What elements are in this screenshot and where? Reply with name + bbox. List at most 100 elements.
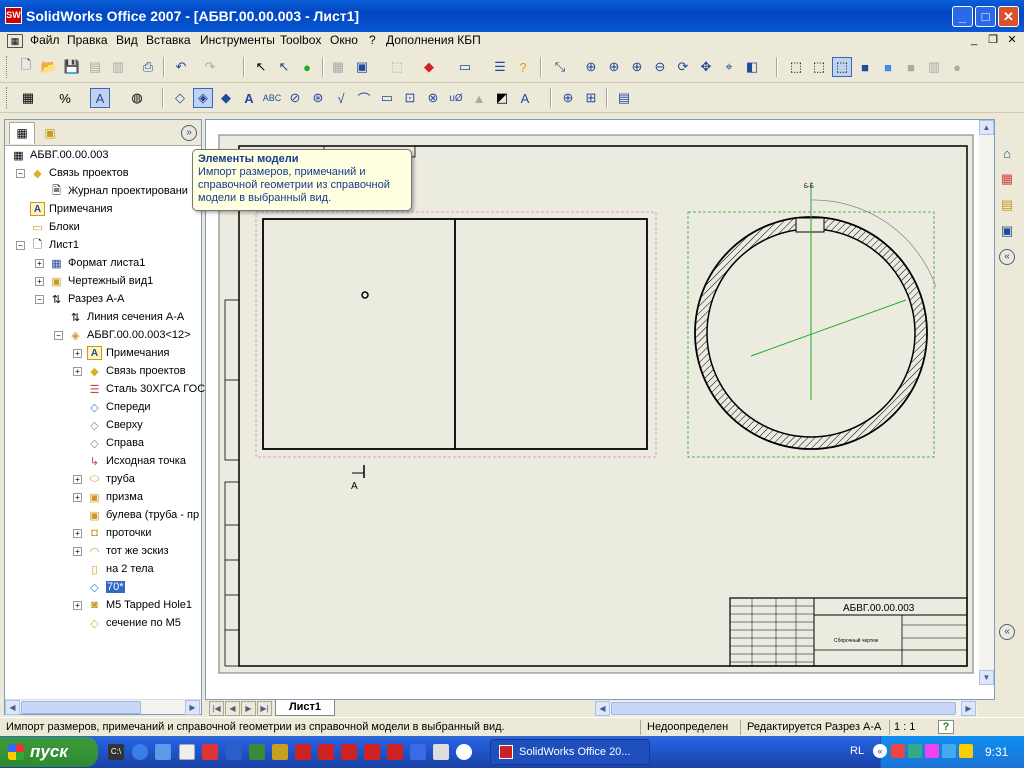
hidden-removed-icon[interactable]: ⬚: [832, 57, 852, 77]
wireframe-icon[interactable]: ⬚: [786, 57, 806, 77]
menu-kbp-addons[interactable]: Дополнения КБП: [386, 33, 481, 47]
mdi-minimize-button[interactable]: _: [966, 33, 982, 48]
spell-check-icon[interactable]: ABC: [262, 88, 282, 108]
block-icon[interactable]: A: [515, 88, 535, 108]
traffic-light-icon[interactable]: ●: [297, 57, 317, 77]
undo-icon[interactable]: ↶: [171, 57, 191, 77]
menu-view[interactable]: Вид: [116, 33, 138, 47]
shaded-edges-icon[interactable]: ■: [855, 57, 875, 77]
help-icon[interactable]: ?: [513, 57, 533, 77]
scroll-left-icon[interactable]: ◀: [5, 700, 20, 715]
tree-item-sheet1[interactable]: 🗋 Лист1: [30, 236, 79, 254]
canvas-horizontal-scrollbar[interactable]: ◀ ▶: [595, 701, 977, 716]
cosmetic-thread-icon[interactable]: ▲: [469, 88, 489, 108]
tree-item-sheet-format[interactable]: ▦ Формат листа1: [49, 254, 145, 272]
feature-manager-tab[interactable]: ▦: [9, 122, 35, 144]
model-icon[interactable]: ◆: [419, 57, 439, 77]
edrawings-icon[interactable]: [387, 744, 403, 760]
redo-icon[interactable]: ↷: [200, 57, 220, 77]
measure-icon[interactable]: ⤡: [550, 57, 570, 77]
word-icon[interactable]: [226, 744, 242, 760]
close-button[interactable]: ✕: [998, 6, 1019, 27]
surface-finish-icon[interactable]: √: [331, 88, 351, 108]
tab-sheet1[interactable]: Лист1: [275, 700, 335, 716]
print-preview-icon[interactable]: ▤: [85, 57, 105, 77]
property-manager-tab[interactable]: ▣: [37, 123, 63, 143]
scroll-right-icon[interactable]: ▶: [961, 701, 976, 716]
acrobat-icon[interactable]: [295, 744, 311, 760]
media-player-icon[interactable]: [456, 744, 472, 760]
menu-window[interactable]: Окно: [330, 33, 358, 47]
collapse-task-pane-icon[interactable]: «: [999, 249, 1015, 265]
first-sheet-icon[interactable]: |◀: [209, 701, 224, 716]
scroll-right-icon[interactable]: ▶: [185, 700, 200, 715]
hole-callout-icon[interactable]: uØ: [446, 88, 466, 108]
solidworks-icon[interactable]: [318, 744, 334, 760]
scroll-thumb[interactable]: [611, 702, 956, 715]
datum-feature-icon[interactable]: ⊡: [400, 88, 420, 108]
zoom-fit-icon[interactable]: ⊕: [581, 57, 601, 77]
toolbox-icon[interactable]: [364, 744, 380, 760]
zoom-area-icon[interactable]: ⊕: [604, 57, 624, 77]
start-button[interactable]: пуск: [0, 737, 98, 767]
sketch-icon[interactable]: ⬚: [387, 57, 407, 77]
auto-balloon-icon[interactable]: ⊛: [308, 88, 328, 108]
tree-item-design-binder[interactable]: ◆ Связь проектов: [30, 164, 128, 182]
tree-item-part-annotations[interactable]: A Примечания: [87, 344, 170, 362]
folder-icon[interactable]: [272, 744, 288, 760]
tree-item-right-plane[interactable]: ◇ Справа: [87, 434, 144, 452]
table-icon[interactable]: ▤: [614, 88, 634, 108]
scroll-down-icon[interactable]: ▼: [979, 670, 994, 685]
tree-item-section-line[interactable]: ⇅ Линия сечения А-А: [68, 308, 184, 326]
menu-edit[interactable]: Правка: [67, 33, 108, 47]
options-icon[interactable]: ▣: [352, 57, 372, 77]
expand-panel-icon[interactable]: »: [181, 125, 197, 141]
rebuild-icon[interactable]: ▥: [108, 57, 128, 77]
datum-target-icon[interactable]: ⊗: [423, 88, 443, 108]
tree-item-grooves[interactable]: ◘ проточки: [87, 524, 151, 542]
tree-item-same-sketch[interactable]: ◠ тот же эскиз: [87, 542, 169, 560]
tree-item-part-binder[interactable]: ◆ Связь проектов: [87, 362, 185, 380]
hidden-lines-icon[interactable]: ⬚: [809, 57, 829, 77]
excel-icon[interactable]: [249, 744, 265, 760]
minimize-button[interactable]: _: [952, 6, 973, 27]
shadows-icon[interactable]: ■: [901, 57, 921, 77]
menu-help[interactable]: ?: [369, 33, 376, 47]
menu-toolbox[interactable]: Toolbox: [280, 33, 321, 47]
new-icon[interactable]: 🗋: [16, 57, 36, 77]
document-icon[interactable]: ▦: [7, 34, 23, 48]
tree-item-annotations[interactable]: A Примечания: [30, 200, 113, 218]
tree-item-blocks[interactable]: ▭ Блоки: [30, 218, 79, 236]
tree-root[interactable]: ▦ АБВГ.00.00.003: [11, 146, 108, 164]
smart-dimension-icon[interactable]: ◇: [170, 88, 190, 108]
view-orientation-icon[interactable]: ◧: [742, 57, 762, 77]
font-icon[interactable]: A: [90, 88, 110, 108]
spell-checker-icon[interactable]: ◆: [216, 88, 236, 108]
line-style-icon[interactable]: %: [55, 88, 75, 108]
tree-item-tube[interactable]: ⬭ труба: [87, 470, 135, 488]
balloon-icon[interactable]: ⊘: [285, 88, 305, 108]
select-other-icon[interactable]: ↖: [274, 57, 294, 77]
maximize-button[interactable]: □: [975, 6, 996, 27]
app-icon[interactable]: [202, 744, 218, 760]
area-hatch-icon[interactable]: ◩: [492, 88, 512, 108]
gtol-icon[interactable]: ▭: [377, 88, 397, 108]
tray-security-icon[interactable]: [942, 744, 956, 758]
ie-icon[interactable]: [132, 744, 148, 760]
file-explorer-icon[interactable]: ▤: [997, 195, 1017, 215]
tray-update-icon[interactable]: [959, 744, 973, 758]
tray-volume-icon[interactable]: [925, 744, 939, 758]
tree-item-front-plane[interactable]: ◇ Спереди: [87, 398, 150, 416]
tree-item-material[interactable]: ☰ Сталь 30ХГСА ГОС: [87, 380, 206, 398]
zoom-out-icon[interactable]: ⊖: [650, 57, 670, 77]
language-indicator[interactable]: RL: [850, 745, 864, 757]
center-mark-icon[interactable]: ⊕: [558, 88, 578, 108]
tree-horizontal-scrollbar[interactable]: ◀ ▶: [5, 699, 201, 715]
tree-item-tapped-hole[interactable]: ◙ M5 Tapped Hole1: [87, 596, 192, 614]
grid-icon[interactable]: ▦: [328, 57, 348, 77]
tree-item-split[interactable]: ▯ на 2 тела: [87, 560, 153, 578]
layer-icon[interactable]: ▦: [18, 88, 38, 108]
tree-item-drawing-view1[interactable]: ▣ Чертежный вид1: [49, 272, 153, 290]
canvas-vertical-scrollbar[interactable]: ▲ ▼: [979, 120, 994, 685]
tree-item-boolean[interactable]: ▣ булева (труба - пр: [87, 506, 199, 524]
